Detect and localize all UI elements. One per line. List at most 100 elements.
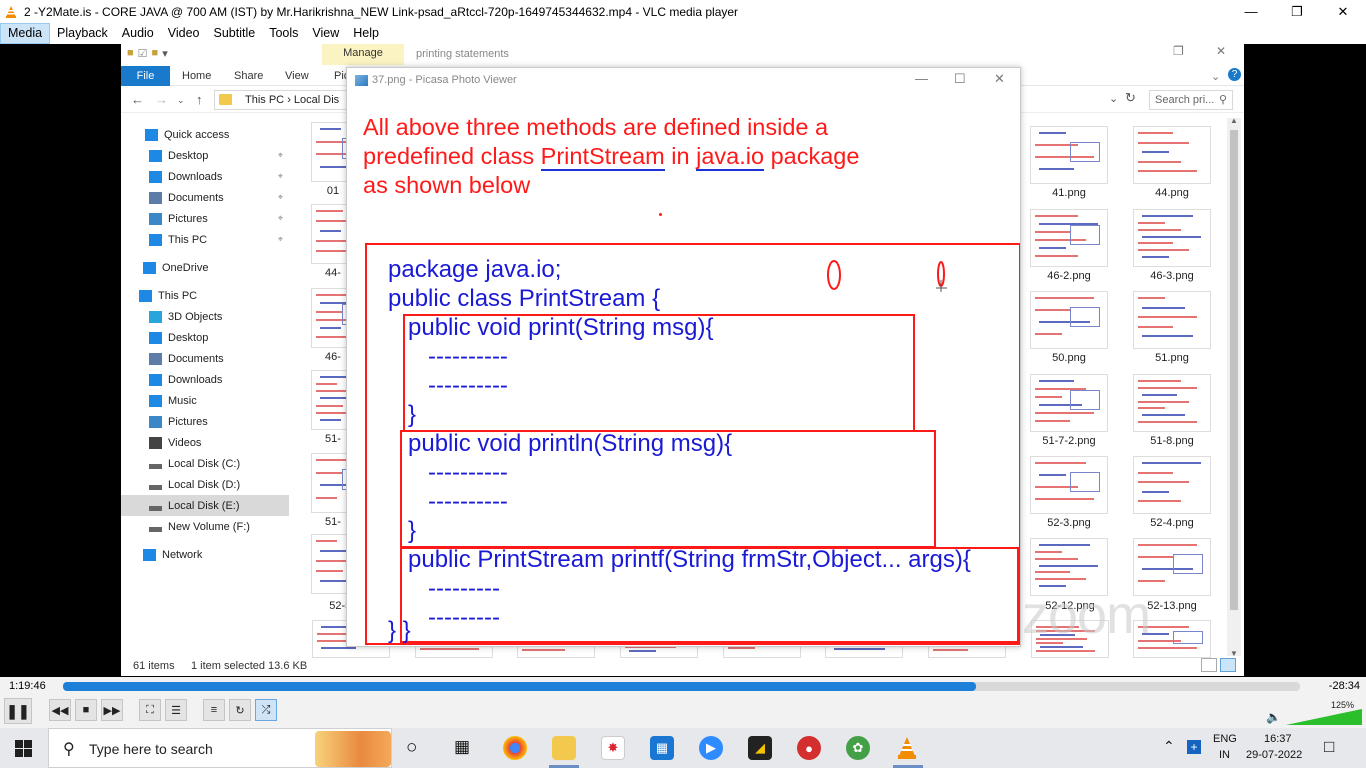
elapsed-time[interactable]: 1:19:46: [9, 680, 46, 692]
menu-help[interactable]: Help: [346, 23, 386, 44]
address-dropdown-icon[interactable]: ⌄: [1109, 92, 1118, 105]
thumbnail-image[interactable]: [1133, 209, 1211, 267]
details-view-icon[interactable]: [1201, 658, 1217, 672]
menu-audio[interactable]: Audio: [115, 23, 161, 44]
ribbon-file-tab[interactable]: File: [121, 66, 170, 86]
crumb-local-disk[interactable]: Local Dis: [294, 94, 339, 106]
nav-item-onedrive[interactable]: OneDrive: [121, 257, 289, 278]
nav-item-local-disk-e[interactable]: Local Disk (E:): [121, 495, 289, 516]
thumbnail-image[interactable]: [1030, 291, 1108, 349]
pin-icon[interactable]: ⌖: [278, 192, 283, 203]
refresh-icon[interactable]: ↻: [1125, 90, 1136, 106]
menu-subtitle[interactable]: Subtitle: [207, 23, 263, 44]
vlc-taskbar-icon[interactable]: [896, 736, 918, 760]
cortana-icon[interactable]: ○: [406, 737, 417, 759]
remaining-time[interactable]: -28:34: [1329, 680, 1360, 692]
nav-item-quick-access[interactable]: Quick access: [121, 124, 289, 145]
fullscreen-button[interactable]: ⛶: [139, 699, 161, 721]
close-icon[interactable]: ✕: [994, 71, 1005, 87]
recent-chevron-icon[interactable]: ⌄: [177, 95, 185, 106]
help-icon[interactable]: ?: [1228, 68, 1241, 81]
close-icon[interactable]: ✕: [1320, 0, 1366, 23]
minimize-icon[interactable]: —: [1228, 0, 1274, 23]
spring-tool-icon[interactable]: ✿: [846, 736, 870, 760]
nav-item-downloads[interactable]: Downloads ⌖: [121, 166, 289, 187]
menu-playback[interactable]: Playback: [50, 23, 115, 44]
thumbnail-label[interactable]: 51.png: [1127, 352, 1217, 364]
chrome-icon[interactable]: [503, 736, 527, 760]
thumbnail-label[interactable]: 46-3.png: [1127, 270, 1217, 282]
seek-bar[interactable]: [63, 682, 1300, 691]
search-input[interactable]: Search pri... ⚲: [1149, 90, 1233, 110]
thumbnail-image[interactable]: [1030, 456, 1108, 514]
snipping-tool-icon[interactable]: ✸: [601, 736, 625, 760]
pin-icon[interactable]: ⌖: [278, 171, 283, 182]
nav-item-documents[interactable]: Documents: [121, 348, 289, 369]
clock-time[interactable]: 16:37: [1264, 733, 1292, 745]
thumbnail-image[interactable]: [1030, 209, 1108, 267]
stop-button[interactable]: ■: [75, 699, 97, 721]
volume-slider[interactable]: [1286, 709, 1362, 726]
nav-item-local-disk-d[interactable]: Local Disk (D:): [121, 474, 289, 495]
notifications-icon[interactable]: □: [1324, 737, 1334, 757]
thumbnail-label[interactable]: 44.png: [1127, 187, 1217, 199]
language-region[interactable]: IN: [1219, 749, 1230, 761]
address-path[interactable]: This PC › Local Dis: [214, 90, 349, 110]
nav-item-downloads[interactable]: Downloads: [121, 369, 289, 390]
thumbnail-label[interactable]: 52-4.png: [1127, 517, 1217, 529]
nav-item-this-pc[interactable]: This PC ⌖: [121, 229, 289, 250]
pause-button[interactable]: ❚❚: [4, 698, 32, 724]
nav-item-this-pc[interactable]: This PC: [121, 285, 289, 306]
restore-icon[interactable]: ❐: [1173, 44, 1184, 58]
taskbar-search-box[interactable]: ⚲ Type here to search: [48, 728, 392, 768]
up-arrow-icon[interactable]: ↑: [196, 92, 203, 107]
speaker-icon[interactable]: 🔈: [1266, 710, 1281, 724]
language-code[interactable]: ENG: [1213, 733, 1237, 745]
manage-tab[interactable]: Manage: [322, 44, 404, 65]
thumbnail-label[interactable]: 52-3.png: [1024, 517, 1114, 529]
back-arrow-icon[interactable]: ←: [131, 92, 144, 107]
volume-control[interactable]: 🔈 125%: [1266, 700, 1362, 726]
thumbnail-image[interactable]: [1133, 126, 1211, 184]
nav-item-local-disk-c[interactable]: Local Disk (C:): [121, 453, 289, 474]
nav-item-documents[interactable]: Documents ⌖: [121, 187, 289, 208]
nav-item-videos[interactable]: Videos: [121, 432, 289, 453]
show-hidden-icons-icon[interactable]: ⌃: [1163, 738, 1175, 755]
loop-button[interactable]: ↻: [229, 699, 251, 721]
thumbnail-label[interactable]: 50.png: [1024, 352, 1114, 364]
restore-icon[interactable]: ❐: [1274, 0, 1320, 23]
pin-icon[interactable]: ⌖: [278, 234, 283, 245]
store-icon[interactable]: ▦: [650, 736, 674, 760]
clock-date[interactable]: 29-07-2022: [1246, 749, 1302, 761]
next-button[interactable]: ▶▶: [101, 699, 123, 721]
network-tray-icon[interactable]: +: [1187, 740, 1201, 754]
nav-item-network[interactable]: Network: [121, 544, 289, 565]
thumbnail-image[interactable]: [1030, 374, 1108, 432]
task-view-icon[interactable]: ▦: [454, 737, 470, 757]
extended-settings-button[interactable]: ☰: [165, 699, 187, 721]
menu-media[interactable]: Media: [0, 23, 51, 44]
thumbnail-image[interactable]: [1133, 374, 1211, 432]
scroll-down-icon[interactable]: ▼: [1230, 649, 1238, 658]
ribbon-share-tab[interactable]: Share: [234, 70, 263, 82]
vertical-scrollbar[interactable]: ▲ ▼: [1227, 116, 1241, 658]
close-icon[interactable]: ✕: [1216, 44, 1226, 58]
crumb-this-pc[interactable]: This PC: [245, 94, 284, 106]
windows-start-icon[interactable]: [15, 740, 32, 757]
nav-item-desktop[interactable]: Desktop ⌖: [121, 145, 289, 166]
playlist-button[interactable]: ≡: [203, 699, 225, 721]
file-explorer-icon[interactable]: [552, 736, 576, 760]
nav-item-music[interactable]: Music: [121, 390, 289, 411]
thumbnail-image[interactable]: [1030, 126, 1108, 184]
nav-item-3d-objects[interactable]: 3D Objects: [121, 306, 289, 327]
thumbnail-image[interactable]: [1133, 291, 1211, 349]
nav-item-new-volume-f[interactable]: New Volume (F:): [121, 516, 289, 537]
video-frame[interactable]: ■ ☑ ■ ▾ Manage printing statements ❐ ✕ F…: [0, 44, 1366, 677]
thumbnail-label[interactable]: 41.png: [1024, 187, 1114, 199]
ribbon-view-tab[interactable]: View: [285, 70, 309, 82]
nav-item-pictures[interactable]: Pictures: [121, 411, 289, 432]
menu-view[interactable]: View: [305, 23, 346, 44]
recorder-icon[interactable]: ●: [797, 736, 821, 760]
previous-button[interactable]: ◀◀: [49, 699, 71, 721]
nav-item-pictures[interactable]: Pictures ⌖: [121, 208, 289, 229]
